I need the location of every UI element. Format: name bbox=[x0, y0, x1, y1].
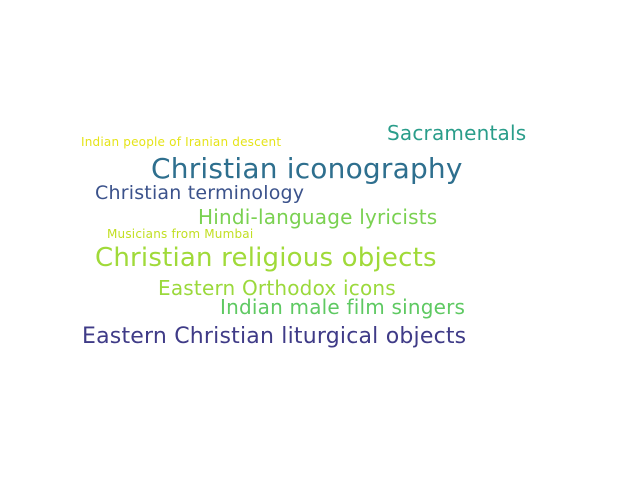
word-eastern-orthodox-icons: Eastern Orthodox icons bbox=[158, 276, 396, 300]
word-sacramentals: Sacramentals bbox=[387, 121, 527, 145]
word-christian-terminology: Christian terminology bbox=[95, 182, 305, 204]
word-musicians-from-mumbai: Musicians from Mumbai bbox=[107, 227, 254, 241]
word-cloud: Christian religious objects Christian ic… bbox=[0, 0, 640, 480]
word-christian-religious-objects: Christian religious objects bbox=[95, 243, 437, 273]
word-eastern-christian-liturgical-objects: Eastern Christian liturgical objects bbox=[82, 324, 467, 349]
word-indian-male-film-singers: Indian male film singers bbox=[220, 295, 466, 319]
word-hindi-language-lyricists: Hindi-language lyricists bbox=[198, 205, 438, 229]
word-christian-iconography: Christian iconography bbox=[151, 152, 463, 185]
word-indian-people-of-iranian-descent: Indian people of Iranian descent bbox=[81, 135, 282, 149]
